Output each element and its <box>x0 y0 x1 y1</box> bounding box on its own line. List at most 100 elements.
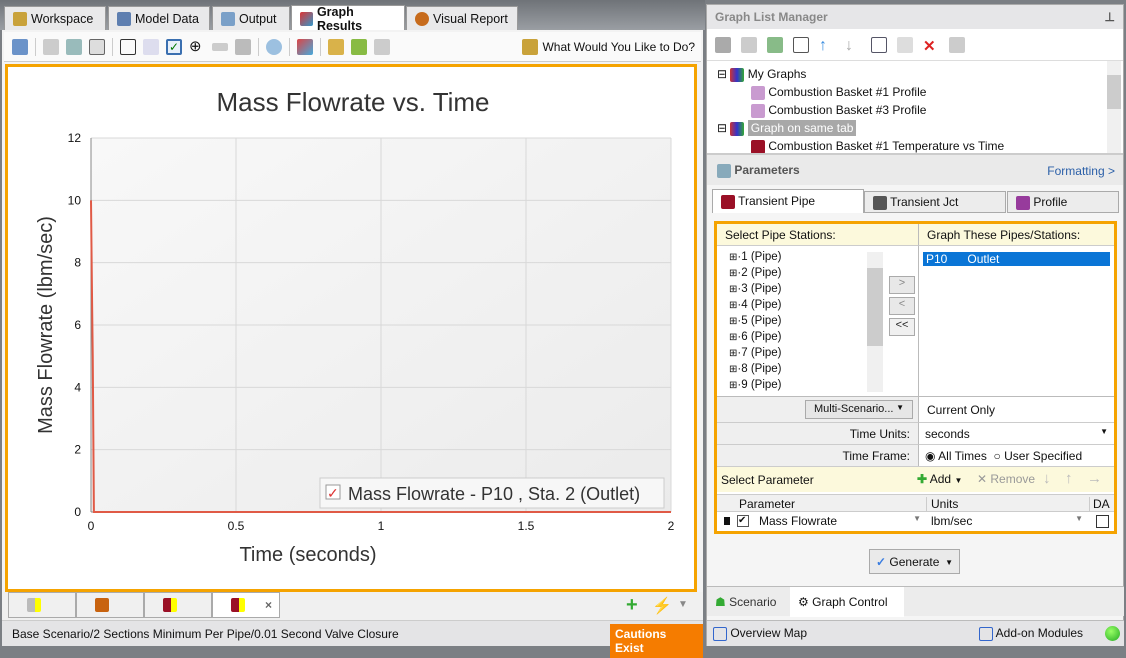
checkbox-icon[interactable]: ✓ <box>166 39 182 55</box>
tree-icon[interactable] <box>767 37 783 53</box>
expand-icon[interactable]: ⊞ <box>729 284 737 295</box>
station-label: 4 (Pipe) <box>741 299 781 311</box>
all-times-radio[interactable]: ◉ All Times <box>925 449 987 463</box>
expand-icon[interactable]: ⊞ <box>729 268 737 279</box>
select-value: lbm/sec <box>931 514 972 528</box>
graph-tab-1[interactable] <box>8 592 76 618</box>
stack-icon[interactable] <box>741 37 757 53</box>
tree-scrollbar[interactable] <box>1107 61 1121 153</box>
remove-button[interactable]: ✕ Remove <box>977 472 1035 486</box>
time-units-select[interactable]: seconds▼ <box>919 422 1114 444</box>
down-arrow-icon[interactable]: ↓ <box>845 37 861 53</box>
up-arrow-icon[interactable]: ↑ <box>819 37 835 53</box>
move-right-icon[interactable]: → <box>1087 470 1102 487</box>
graph-tab-4[interactable]: × <box>212 592 280 618</box>
tab-label: Workspace <box>31 12 93 26</box>
tab-graph-results[interactable]: Graph Results <box>291 5 405 31</box>
expand-icon[interactable]: ⊞ <box>729 332 737 343</box>
row-checkbox[interactable]: ✔ <box>737 515 749 527</box>
selected-station-row[interactable]: P10 Outlet <box>923 252 1110 266</box>
legend-icon[interactable] <box>143 39 159 55</box>
y-tick-label: 0 <box>74 505 81 519</box>
tab-transient-jct[interactable]: Transient Jct <box>864 191 1006 213</box>
zoom-icon[interactable] <box>266 39 282 55</box>
rename-icon[interactable] <box>871 37 887 53</box>
parameter-select[interactable]: Mass Flowrate▼ <box>755 513 925 530</box>
da-checkbox[interactable] <box>1096 515 1109 528</box>
close-tab-icon[interactable]: × <box>265 598 272 612</box>
move-down-icon[interactable]: ↓ <box>1043 470 1051 487</box>
folder-icon <box>730 122 744 136</box>
tree-item[interactable]: Combustion Basket #1 Temperature vs Time <box>717 137 1123 153</box>
cautions-badge[interactable]: Cautions Exist <box>610 624 703 658</box>
scroll-thumb[interactable] <box>1107 75 1121 109</box>
data-table-icon[interactable] <box>89 39 105 55</box>
export-icon[interactable] <box>66 39 82 55</box>
tab-scenario[interactable]: ☗ Scenario <box>709 589 789 615</box>
copy-icon[interactable] <box>43 39 59 55</box>
stop-icon[interactable] <box>235 39 251 55</box>
help-button[interactable]: What Would You Like to Do? <box>522 39 695 55</box>
tree-folder[interactable]: ⊟ Graph on same tab <box>717 119 1123 137</box>
generate-button[interactable]: ✓ Generate ▼ <box>869 549 960 574</box>
select-value: seconds <box>925 427 970 441</box>
graph-icon <box>1016 196 1030 210</box>
tree-item[interactable]: Combustion Basket #3 Profile <box>717 101 1123 119</box>
dropdown-icon[interactable]: ▼ <box>678 599 688 610</box>
slider-icon[interactable] <box>212 43 228 51</box>
tree-folder[interactable]: ⊟ My Graphs <box>717 65 1123 83</box>
pin-icon[interactable]: ⊥ <box>1105 10 1115 24</box>
print-icon[interactable] <box>793 37 809 53</box>
tab-graph-control[interactable]: ⚙ Graph Control <box>790 587 904 617</box>
formatting-link[interactable]: Formatting > <box>1047 164 1115 178</box>
tree-item[interactable]: Combustion Basket #1 Profile <box>717 83 1123 101</box>
x-tick-label: 0.5 <box>228 519 245 533</box>
station-item[interactable]: ⊞·8 (Pipe) <box>729 363 918 379</box>
graph-icon <box>873 196 887 210</box>
format-icon[interactable] <box>297 39 313 55</box>
graph-tab-2[interactable] <box>76 592 144 618</box>
stations-scrollbar[interactable] <box>867 252 883 392</box>
remove-station-button[interactable]: < <box>889 297 915 315</box>
add-folder-icon[interactable] <box>328 39 344 55</box>
edit-graph-icon[interactable] <box>12 39 28 55</box>
scenario-tree-icon: ☗ <box>715 595 726 609</box>
tab-visual-report[interactable]: Visual Report <box>406 6 518 30</box>
scroll-thumb[interactable] <box>867 268 883 346</box>
add-text-icon[interactable] <box>120 39 136 55</box>
copy-icon[interactable] <box>897 37 913 53</box>
parameters-header: Parameters Formatting > <box>707 153 1123 185</box>
user-specified-radio[interactable]: ○ User Specified <box>994 449 1083 463</box>
expand-icon[interactable]: ⊞ <box>729 300 737 311</box>
expand-icon[interactable]: ⊞ <box>729 364 737 375</box>
add-graph-icon[interactable]: + <box>626 594 638 617</box>
open-icon[interactable] <box>715 37 731 53</box>
station-item[interactable]: ⊞·7 (Pipe) <box>729 347 918 363</box>
expand-icon[interactable]: ⊞ <box>729 380 737 391</box>
delete-icon[interactable]: ✕ <box>923 37 939 53</box>
units-select[interactable]: lbm/sec▼ <box>927 513 1087 530</box>
tab-model-data[interactable]: Model Data <box>108 6 210 30</box>
check-folder-icon[interactable] <box>351 39 367 55</box>
station-item[interactable]: ⊞·1 (Pipe) <box>729 251 918 267</box>
expand-icon[interactable]: ⊞ <box>729 316 737 327</box>
refresh-icon[interactable] <box>949 37 965 53</box>
expand-icon[interactable]: ⊞ <box>729 348 737 359</box>
graph-tab-3[interactable] <box>144 592 212 618</box>
lightning-icon[interactable]: ⚡ <box>652 596 672 616</box>
tab-transient-pipe[interactable]: Transient Pipe <box>712 189 864 213</box>
tab-profile[interactable]: Profile <box>1007 191 1119 213</box>
tab-output[interactable]: Output <box>212 6 290 30</box>
add-station-button[interactable]: > <box>889 276 915 294</box>
addon-modules-button[interactable]: Add-on Modules <box>979 626 1083 641</box>
add-button[interactable]: ✚ Add ▼ <box>917 472 962 486</box>
main-tabs: Workspace Model Data Output Graph Result… <box>0 0 705 30</box>
tab-workspace[interactable]: Workspace <box>4 6 106 30</box>
station-item[interactable]: ⊞·9 (Pipe) <box>729 379 918 395</box>
remove-all-button[interactable]: << <box>889 318 915 336</box>
move-up-icon[interactable]: ↑ <box>1065 470 1073 487</box>
expand-icon[interactable]: ⊞ <box>729 252 737 263</box>
multi-scenario-dropdown[interactable]: Multi-Scenario...▼ <box>805 400 913 419</box>
overview-map-button[interactable]: Overview Map <box>713 626 807 641</box>
crosshair-icon[interactable]: ⊕ <box>189 39 205 55</box>
